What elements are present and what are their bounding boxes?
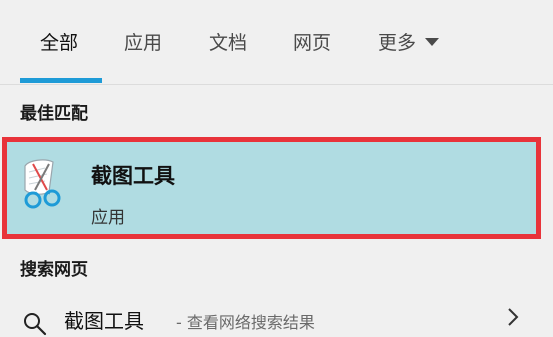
search-tabs: 全部 应用 文档 网页 更多 — [0, 0, 553, 84]
active-tab-indicator — [20, 78, 102, 83]
tab-more-label: 更多 — [378, 32, 417, 54]
web-search-query: 截图工具 — [64, 309, 144, 333]
best-match-app-type: 应用 — [91, 208, 125, 228]
web-search-result[interactable]: 截图工具 - 查看网络搜索结果 — [0, 295, 553, 336]
best-match-heading: 最佳匹配 — [20, 104, 88, 124]
web-search-hint: - 查看网络搜索结果 — [176, 313, 315, 332]
web-search-heading: 搜索网页 — [20, 260, 88, 280]
chevron-right-icon — [508, 308, 519, 326]
tab-documents[interactable]: 文档 — [209, 28, 247, 55]
snipping-tool-icon — [24, 159, 61, 209]
chevron-down-icon — [425, 37, 440, 46]
tab-web[interactable]: 网页 — [293, 28, 331, 55]
tab-more[interactable]: 更多 — [378, 28, 440, 55]
best-match-app-name: 截图工具 — [91, 164, 175, 188]
tab-all[interactable]: 全部 — [40, 28, 78, 55]
tabs-divider — [0, 84, 553, 85]
best-match-result[interactable]: 截图工具 应用 — [2, 137, 541, 239]
tab-apps[interactable]: 应用 — [124, 28, 162, 55]
search-icon — [24, 313, 47, 336]
